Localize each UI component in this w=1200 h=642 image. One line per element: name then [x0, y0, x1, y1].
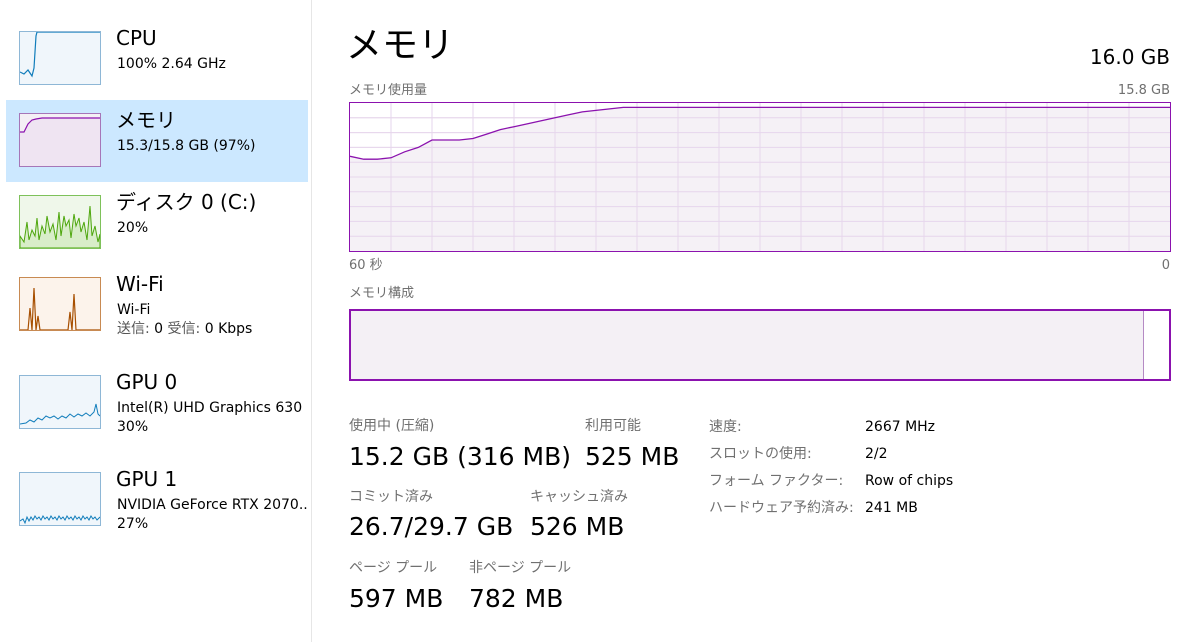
sidebar-item-subtitle: Intel(R) UHD Graphics 630	[117, 400, 303, 416]
receive-label: 受信:	[167, 321, 201, 337]
cached-value: 526 MB	[530, 512, 625, 541]
speed-value: 2667 MHz	[865, 419, 936, 435]
time-axis-start: 60 秒	[349, 258, 383, 273]
time-axis-end: 0	[1161, 258, 1170, 273]
sidebar-item-cpu[interactable]: CPU 100% 2.64 GHz	[6, 18, 308, 100]
gpu0-thumbnail-graph	[19, 375, 101, 429]
sidebar-item-subtitle: 20%	[117, 220, 149, 236]
wifi-thumbnail-graph	[19, 277, 101, 331]
memory-details-panel: メモリ 16.0 GB メモリ使用量 15.8 GB 60 秒 0 メモリ構成 …	[314, 0, 1200, 642]
composition-label: メモリ構成	[349, 286, 415, 301]
nonpaged-pool-label: 非ページ プール	[469, 560, 572, 576]
sidebar-item-wifi[interactable]: Wi-Fi Wi-Fi 送信: 0 受信: 0 Kbps	[6, 264, 308, 346]
hardware-reserved-label: ハードウェア予約済み:	[709, 500, 854, 516]
committed-value: 26.7/29.7 GB	[349, 512, 514, 541]
task-manager-performance: CPU 100% 2.64 GHz メモリ 15.3/15.8 GB (97%)…	[0, 0, 1200, 642]
memory-usage-graph	[349, 102, 1171, 252]
sidebar-item-gpu1[interactable]: GPU 1 NVIDIA GeForce RTX 2070.. 27%	[6, 459, 308, 541]
nonpaged-pool-value: 782 MB	[469, 584, 564, 613]
sidebar-item-title: メモリ	[116, 108, 176, 132]
paged-pool-value: 597 MB	[349, 584, 444, 613]
sidebar-item-subtitle: Wi-Fi	[117, 302, 151, 318]
sidebar-item-title: ディスク 0 (C:)	[116, 190, 257, 214]
speed-label: 速度:	[709, 419, 742, 435]
hardware-reserved-value: 241 MB	[865, 500, 918, 516]
performance-sidebar: CPU 100% 2.64 GHz メモリ 15.3/15.8 GB (97%)…	[0, 0, 312, 642]
slots-used-label: スロットの使用:	[709, 446, 812, 462]
total-memory: 16.0 GB	[1089, 45, 1170, 69]
available-value: 525 MB	[585, 442, 680, 471]
disk-thumbnail-graph	[19, 195, 101, 249]
in-use-label: 使用中 (圧縮)	[349, 418, 435, 434]
cached-label: キャッシュ済み	[530, 489, 628, 505]
sidebar-item-usage: 30%	[117, 419, 149, 435]
sidebar-item-title: GPU 0	[116, 370, 178, 394]
sidebar-item-subtitle: NVIDIA GeForce RTX 2070..	[117, 497, 308, 513]
send-label: 送信:	[117, 321, 150, 337]
sidebar-item-subtitle: 100% 2.64 GHz	[117, 56, 226, 72]
usage-graph-label: メモリ使用量	[349, 83, 428, 98]
page-title: メモリ	[346, 25, 455, 66]
form-factor-label: フォーム ファクター:	[709, 473, 844, 489]
sidebar-item-title: GPU 1	[116, 467, 178, 491]
paged-pool-label: ページ プール	[349, 560, 438, 576]
sidebar-item-memory[interactable]: メモリ 15.3/15.8 GB (97%)	[6, 100, 308, 182]
slots-used-value: 2/2	[865, 446, 888, 462]
sidebar-item-usage: 27%	[117, 516, 149, 532]
sidebar-item-subtitle: 15.3/15.8 GB (97%)	[117, 138, 256, 154]
in-use-value: 15.2 GB (316 MB)	[349, 442, 571, 471]
sidebar-item-title: CPU	[116, 26, 157, 50]
memory-thumbnail-graph	[19, 113, 101, 167]
available-label: 利用可能	[585, 418, 641, 434]
usage-graph-max: 15.8 GB	[1117, 83, 1170, 98]
committed-label: コミット済み	[349, 489, 433, 505]
send-value: 0	[154, 321, 164, 337]
sidebar-item-disk[interactable]: ディスク 0 (C:) 20%	[6, 182, 308, 264]
composition-free-segment	[1143, 311, 1169, 379]
memory-usage-chart	[349, 103, 1170, 252]
sidebar-item-gpu0[interactable]: GPU 0 Intel(R) UHD Graphics 630 30%	[6, 362, 308, 444]
receive-value: 0 Kbps	[204, 321, 253, 337]
memory-composition-bar[interactable]	[349, 309, 1171, 381]
gpu1-thumbnail-graph	[19, 472, 101, 526]
sidebar-item-title: Wi-Fi	[116, 272, 164, 296]
cpu-thumbnail-graph	[19, 31, 101, 85]
wifi-throughput: 送信: 0 受信: 0 Kbps	[117, 320, 252, 338]
form-factor-value: Row of chips	[865, 473, 954, 489]
